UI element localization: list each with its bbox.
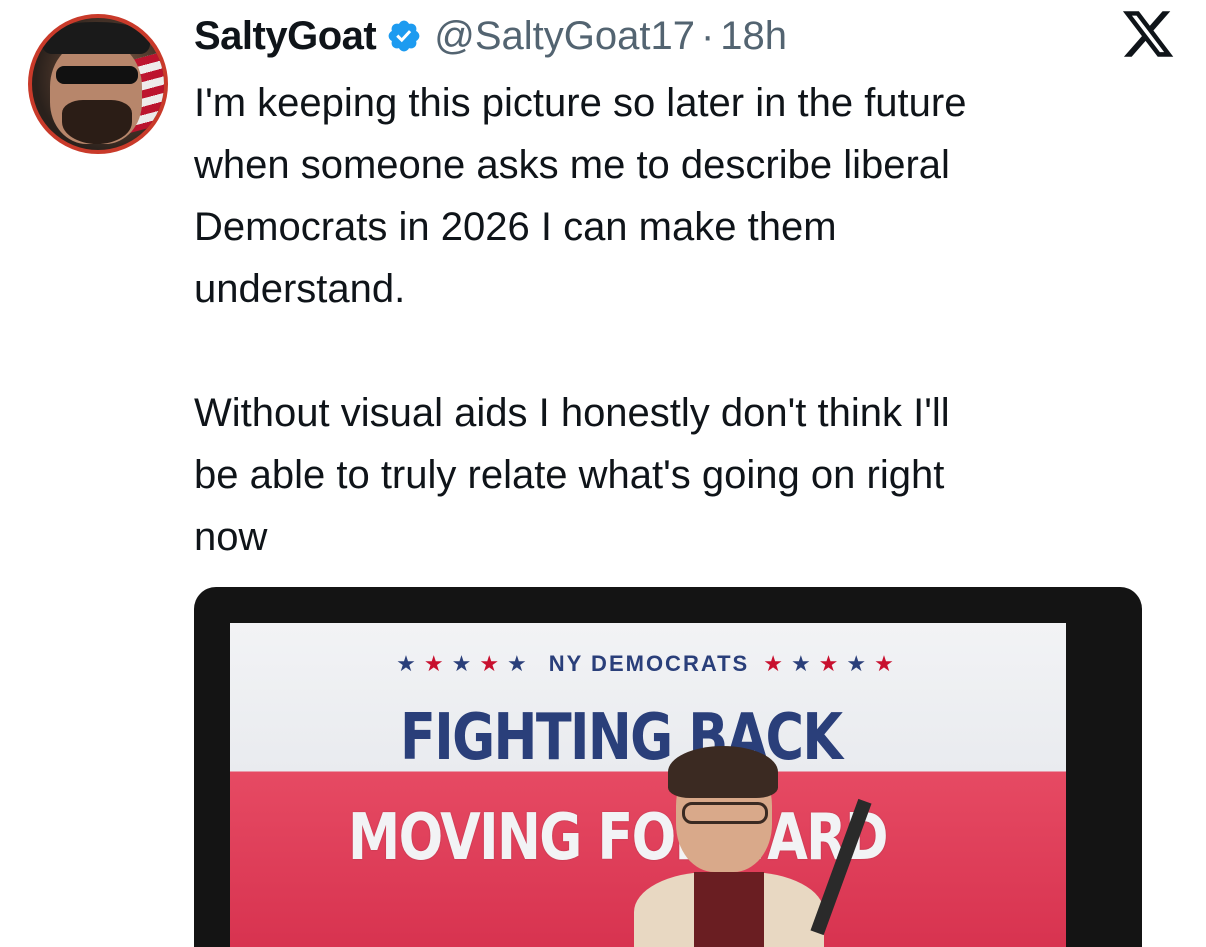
author-handle[interactable]: @SaltyGoat17 (434, 14, 695, 59)
x-logo-icon (1122, 11, 1174, 57)
tweet-media-image[interactable]: ★★★★★ NY DEMOCRATS ★★★★★ FIGHTING BACK MOV… (194, 587, 1142, 947)
verified-badge-icon (388, 20, 420, 52)
speaker-figure (634, 746, 824, 947)
separator-dot: · (700, 13, 715, 58)
banner-line-2: MOVING FORWARD (348, 801, 889, 875)
banner-subtitle: NY DEMOCRATS (548, 651, 750, 676)
banner-stars: ★★★★★ NY DEMOCRATS ★★★★★ (396, 651, 902, 676)
tweet-text: I'm keeping this picture so later in the… (194, 81, 967, 559)
avatar[interactable] (28, 14, 168, 154)
tweet-header: SaltyGoat @SaltyGoat17 · 18h (194, 6, 787, 66)
author-name[interactable]: SaltyGoat (194, 14, 377, 59)
timestamp[interactable]: 18h (720, 14, 787, 59)
